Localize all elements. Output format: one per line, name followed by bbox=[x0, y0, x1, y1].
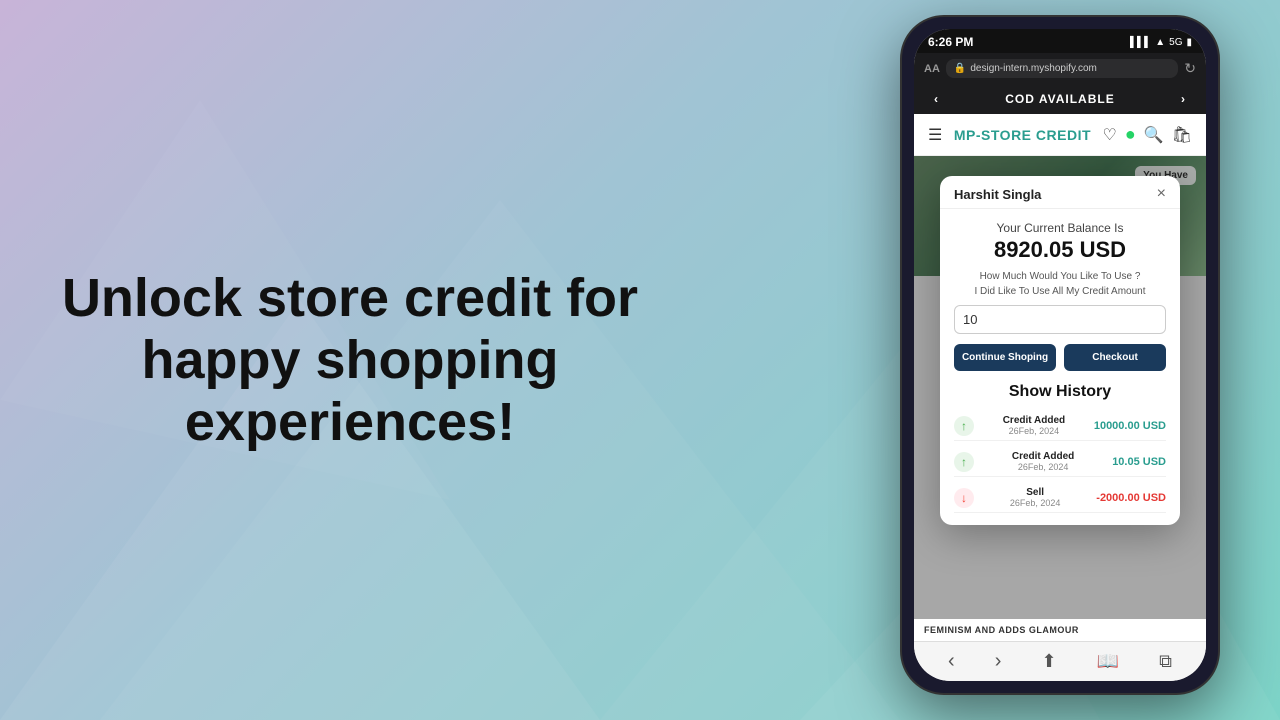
history-date-2: 26Feb, 2024 bbox=[982, 462, 1104, 472]
nav-icons: ♡ ● 🔍 🛍 bbox=[1103, 124, 1192, 145]
status-icons: ▌▌▌ ▲ 5G ▮ bbox=[1130, 37, 1192, 48]
modal-body: Your Current Balance Is 8920.05 USD How … bbox=[940, 209, 1180, 525]
status-time: 6:26 PM bbox=[928, 35, 973, 49]
history-type-2: Credit Added bbox=[982, 451, 1104, 462]
history-list: ↑ Credit Added 26Feb, 2024 10000.00 USD bbox=[954, 411, 1166, 513]
cod-left-arrow[interactable]: ‹ bbox=[934, 92, 939, 106]
share-icon[interactable]: ⬆ bbox=[1041, 651, 1056, 672]
network-label: 5G bbox=[1169, 37, 1182, 48]
bookmark-icon[interactable]: 📖 bbox=[1097, 651, 1119, 672]
cod-banner-text: COD AVAILABLE bbox=[1005, 92, 1114, 106]
cod-right-arrow[interactable]: › bbox=[1181, 92, 1186, 106]
lock-icon: 🔒 bbox=[954, 63, 966, 74]
balance-amount: 8920.05 USD bbox=[954, 237, 1166, 263]
modal-close-button[interactable]: × bbox=[1157, 186, 1166, 202]
search-icon[interactable]: 🔍 bbox=[1144, 125, 1164, 145]
history-amount-1: 10000.00 USD bbox=[1094, 420, 1166, 432]
history-date-1: 26Feb, 2024 bbox=[982, 426, 1086, 436]
phone-bottom-bar: ‹ › ⬆ 📖 ⧉ bbox=[914, 641, 1206, 681]
credit-amount-input[interactable] bbox=[954, 305, 1166, 334]
history-arrow-down-3: ↓ bbox=[954, 488, 974, 508]
url-text: design-intern.myshopify.com bbox=[970, 63, 1097, 74]
history-item: ↑ Credit Added 26Feb, 2024 10.05 USD bbox=[954, 447, 1166, 477]
history-arrow-up-1: ↑ bbox=[954, 416, 974, 436]
history-amount-3: -2000.00 USD bbox=[1096, 492, 1166, 504]
reload-icon[interactable]: ↻ bbox=[1184, 60, 1196, 77]
menu-icon[interactable]: ☰ bbox=[928, 125, 942, 145]
store-nav: ☰ MP-STORE CREDIT ♡ ● 🔍 🛍 bbox=[914, 114, 1206, 156]
phone-mockup: 6:26 PM ▌▌▌ ▲ 5G ▮ AA 🔒 design-intern.my… bbox=[900, 15, 1220, 695]
browser-back-button[interactable]: ‹ bbox=[948, 650, 955, 673]
modal-overlay: Harshit Singla × Your Current Balance Is… bbox=[914, 156, 1206, 641]
browser-aa-label[interactable]: AA bbox=[924, 63, 940, 75]
tabs-icon[interactable]: ⧉ bbox=[1159, 651, 1172, 672]
signal-icon: ▌▌▌ bbox=[1130, 37, 1151, 48]
cod-banner: ‹ COD AVAILABLE › bbox=[914, 84, 1206, 114]
history-date-3: 26Feb, 2024 bbox=[982, 498, 1088, 508]
wifi-icon: ▲ bbox=[1155, 37, 1165, 48]
use-label: How Much Would You Like To Use ? bbox=[954, 271, 1166, 282]
history-amount-2: 10.05 USD bbox=[1112, 456, 1166, 468]
modal-user-name: Harshit Singla bbox=[954, 187, 1041, 202]
history-info-1: Credit Added 26Feb, 2024 bbox=[982, 415, 1086, 436]
history-type-3: Sell bbox=[982, 487, 1088, 498]
browser-forward-button[interactable]: › bbox=[995, 650, 1002, 673]
cart-icon[interactable]: 🛍 bbox=[1172, 125, 1192, 145]
checkout-button[interactable]: Checkout bbox=[1064, 344, 1166, 371]
history-item: ↑ Credit Added 26Feb, 2024 10000.00 USD bbox=[954, 411, 1166, 441]
browser-bar[interactable]: AA 🔒 design-intern.myshopify.com ↻ bbox=[914, 53, 1206, 84]
store-bottom-text: FEMINISM AND ADDS GLAMOUR bbox=[914, 619, 1206, 641]
phone-shell: 6:26 PM ▌▌▌ ▲ 5G ▮ AA 🔒 design-intern.my… bbox=[900, 15, 1220, 695]
whatsapp-icon[interactable]: ● bbox=[1125, 124, 1136, 145]
phone-screen: 6:26 PM ▌▌▌ ▲ 5G ▮ AA 🔒 design-intern.my… bbox=[914, 29, 1206, 681]
history-type-1: Credit Added bbox=[982, 415, 1086, 426]
history-item: ↓ Sell 26Feb, 2024 -2000.00 USD bbox=[954, 483, 1166, 513]
modal-buttons: Continue Shoping Checkout bbox=[954, 344, 1166, 371]
balance-label: Your Current Balance Is bbox=[954, 221, 1166, 235]
headline: Unlock store credit for happy shopping e… bbox=[60, 267, 640, 453]
headline-line3: experiences! bbox=[185, 392, 515, 452]
show-history-title: Show History bbox=[954, 383, 1166, 401]
main-content: You Have Harshit Singla × Your Current B… bbox=[914, 156, 1206, 641]
headline-line1: Unlock store credit for bbox=[62, 268, 638, 328]
history-info-2: Credit Added 26Feb, 2024 bbox=[982, 451, 1104, 472]
history-info-3: Sell 26Feb, 2024 bbox=[982, 487, 1088, 508]
credit-modal: Harshit Singla × Your Current Balance Is… bbox=[940, 176, 1180, 525]
history-arrow-up-2: ↑ bbox=[954, 452, 974, 472]
browser-url-bar[interactable]: 🔒 design-intern.myshopify.com bbox=[946, 59, 1178, 78]
store-title: MP-STORE CREDIT bbox=[954, 127, 1091, 143]
modal-header: Harshit Singla × bbox=[940, 176, 1180, 209]
status-bar: 6:26 PM ▌▌▌ ▲ 5G ▮ bbox=[914, 29, 1206, 53]
headline-line2: happy shopping bbox=[142, 330, 559, 390]
use-all-label: I Did Like To Use All My Credit Amount bbox=[954, 286, 1166, 297]
left-content: Unlock store credit for happy shopping e… bbox=[60, 267, 640, 453]
battery-icon: ▮ bbox=[1186, 37, 1192, 48]
wishlist-icon[interactable]: ♡ bbox=[1103, 125, 1117, 145]
continue-shopping-button[interactable]: Continue Shoping bbox=[954, 344, 1056, 371]
